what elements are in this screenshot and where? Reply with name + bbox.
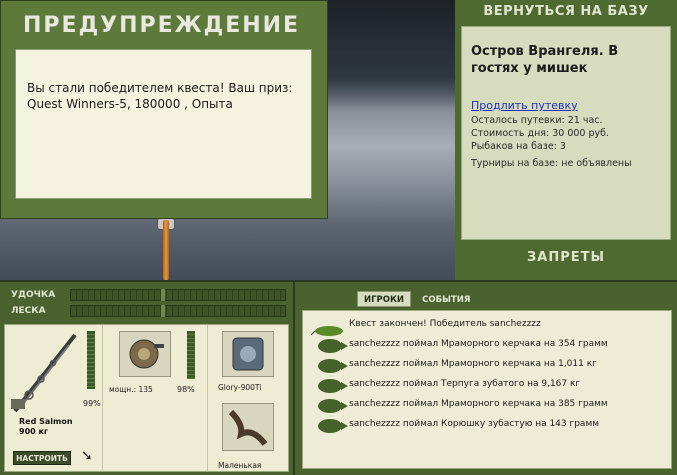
list-item: sanchezzzz поймал Корюшку зубастую на 14… bbox=[303, 415, 673, 435]
tackle-panel: УДОЧКА ЛЕСКА 99% Red Salmon 900 кг НАСТР… bbox=[0, 282, 293, 475]
reel-durability-gauge bbox=[187, 331, 195, 379]
list-item: sanchezzzz поймал Мраморного керчака на … bbox=[303, 355, 673, 375]
base-panel: ВЕРНУТЬСЯ НА БАЗУ Остров Врангеля. В гос… bbox=[455, 0, 677, 280]
lure-name: Маленькая bbox=[218, 461, 262, 470]
rod-name: Red Salmon 900 кг bbox=[19, 417, 73, 437]
reel-slot[interactable]: мощн.: 135 98% bbox=[103, 325, 208, 471]
bans-button[interactable]: ЗАПРЕТЫ bbox=[455, 250, 677, 265]
line-thumbnail bbox=[222, 331, 274, 377]
rod-durability-gauge bbox=[87, 331, 95, 389]
reel-thumbnail bbox=[119, 331, 171, 377]
extend-trip-link[interactable]: Продлить путевку bbox=[471, 99, 661, 112]
rod-tension-bar bbox=[70, 289, 286, 301]
fish-icon bbox=[318, 419, 348, 433]
fish-icon bbox=[318, 339, 348, 353]
event-text: sanchezzzz поймал Мраморного керчака на … bbox=[349, 359, 597, 369]
fish-icon bbox=[318, 379, 348, 393]
back-to-base-button[interactable]: ВЕРНУТЬСЯ НА БАЗУ bbox=[455, 0, 677, 24]
remaining-time: Осталось путевки: 21 час. bbox=[471, 115, 603, 126]
lure-thumbnail bbox=[222, 403, 274, 451]
rod-slot[interactable]: 99% Red Salmon 900 кг НАСТРОИТЬ ➘ bbox=[5, 325, 103, 471]
event-text: sanchezzzz поймал Мраморного керчака на … bbox=[349, 339, 608, 349]
event-text: sanchezzzz поймал Терпуга зубатого на 9,… bbox=[349, 379, 581, 389]
rod-weight-text: 900 кг bbox=[19, 427, 49, 436]
rod-meter: УДОЧКА bbox=[8, 288, 288, 302]
warning-dialog: ПРЕДУПРЕЖДЕНИЕ Вы стали победителем квес… bbox=[0, 0, 328, 219]
tournaments-status: Турниры на базе: не объявлены bbox=[471, 158, 632, 169]
reel-icon bbox=[129, 339, 164, 369]
event-text: sanchezzzz поймал Мраморного керчака на … bbox=[349, 399, 608, 409]
warning-message-line1: Вы стали победителем квеста! Ваш приз: bbox=[27, 81, 293, 95]
list-item: Квест закончен! Победитель sanchezzzz bbox=[303, 315, 673, 336]
day-cost: Стоимость дня: 30 000 руб. bbox=[471, 128, 610, 139]
event-text: Квест закончен! Победитель sanchezzzz bbox=[349, 319, 541, 329]
reel-power: мощн.: 135 bbox=[109, 385, 153, 394]
tab-events[interactable]: СОБЫТИЯ bbox=[416, 292, 476, 308]
events-panel: ИГРОКИ СОБЫТИЯ Квест закончен! Победител… bbox=[295, 282, 677, 475]
list-item: sanchezzzz поймал Терпуга зубатого на 9,… bbox=[303, 375, 673, 395]
base-info: Остров Врангеля. В гостях у мишек Продли… bbox=[461, 26, 671, 240]
list-item: sanchezzzz поймал Мраморного керчака на … bbox=[303, 395, 673, 415]
location-title: Остров Врангеля. В гостях у мишек bbox=[471, 44, 619, 76]
line-tension-bar bbox=[70, 305, 286, 317]
rod-meter-label: УДОЧКА bbox=[11, 290, 56, 300]
list-item: sanchezzzz поймал Мраморного керчака на … bbox=[303, 335, 673, 355]
warning-title: ПРЕДУПРЕЖДЕНИЕ bbox=[23, 13, 301, 38]
tackle-slots: 99% Red Salmon 900 кг НАСТРОИТЬ ➘ мощн.:… bbox=[4, 324, 289, 472]
fishing-rod-icon bbox=[163, 220, 169, 280]
lure-icon bbox=[228, 409, 268, 446]
tab-players[interactable]: ИГРОКИ bbox=[357, 291, 412, 307]
fishers-count: Рыбаков на базе: 3 bbox=[471, 141, 566, 152]
fish-icon bbox=[318, 359, 348, 373]
rod-icon bbox=[11, 333, 77, 413]
fish-icon bbox=[318, 399, 348, 413]
line-name: Glory-900Ti bbox=[218, 383, 262, 392]
event-log: Квест закончен! Победитель sanchezzzz sa… bbox=[302, 310, 672, 469]
tab-bar: ИГРОКИ СОБЫТИЯ bbox=[357, 287, 476, 307]
line-spool-icon bbox=[232, 337, 264, 371]
reel-durability: 98% bbox=[177, 385, 195, 394]
line-meter-label: ЛЕСКА bbox=[11, 306, 46, 316]
setup-button[interactable]: НАСТРОИТЬ bbox=[13, 451, 71, 465]
rod-name-text: Red Salmon bbox=[19, 417, 73, 426]
arrow-down-right-icon[interactable]: ➘ bbox=[81, 449, 93, 463]
warning-message-box: Вы стали победителем квеста! Ваш приз: Q… bbox=[15, 49, 312, 199]
line-meter: ЛЕСКА bbox=[8, 304, 288, 318]
rod-durability: 99% bbox=[83, 399, 101, 408]
warning-message-line2: Quest Winners-5, 180000 , Опыта bbox=[27, 97, 233, 111]
line-lure-slot[interactable]: Glory-900Ti Маленькая bbox=[208, 325, 290, 471]
event-text: sanchezzzz поймал Корюшку зубастую на 14… bbox=[349, 419, 600, 429]
